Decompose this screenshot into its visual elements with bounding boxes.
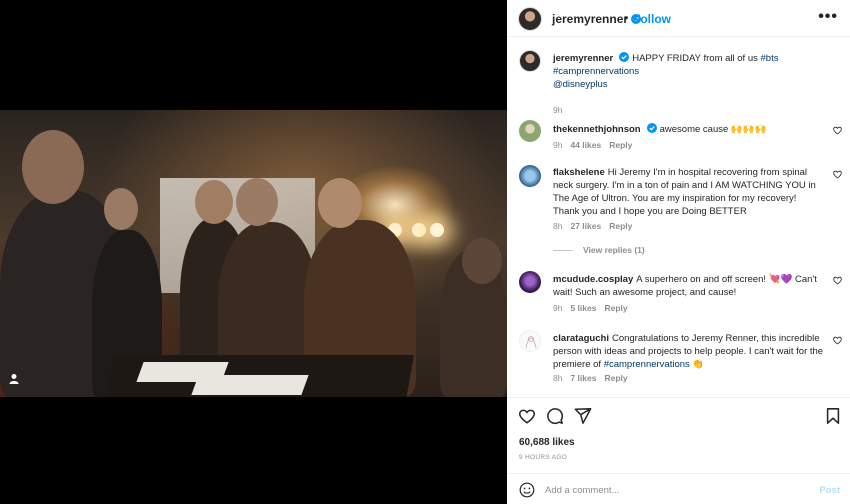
comment-body: mcudude.cosplay A superhero on and off sc… — [553, 273, 825, 299]
separator-dot: • — [624, 11, 629, 25]
comment-likes[interactable]: 27 likes — [570, 221, 601, 231]
reply-button[interactable]: Reply — [609, 140, 632, 150]
comment-body: clarataguchi Congratulations to Jeremy Re… — [553, 332, 825, 371]
post-media-panel[interactable] — [0, 0, 507, 504]
view-replies-label[interactable]: View replies (1) — [583, 245, 645, 255]
reply-button[interactable]: Reply — [604, 373, 627, 383]
post-details-panel: jeremyrenner • Follow ••• jeremyrenner HA… — [507, 0, 850, 504]
reply-button[interactable]: Reply — [609, 221, 632, 231]
comment-body: thekennethjohnson awesome cause 🙌🙌🙌 — [553, 123, 825, 136]
avatar[interactable] — [519, 330, 541, 352]
avatar[interactable] — [519, 50, 541, 72]
reply-button[interactable]: Reply — [604, 303, 627, 313]
comment-likes[interactable]: 5 likes — [570, 303, 596, 313]
caption-body: jeremyrenner HAPPY FRIDAY from all of us … — [553, 52, 825, 91]
photo-person-head — [462, 238, 502, 284]
avatar[interactable] — [519, 120, 541, 142]
save-bookmark-icon[interactable] — [824, 407, 842, 425]
comment-meta: 9h 5 likes Reply — [553, 303, 628, 313]
comment-username[interactable]: clarataguchi — [553, 333, 609, 344]
caption-username[interactable]: jeremyrenner — [553, 53, 613, 64]
comment-emoji: 💘💜 — [768, 274, 793, 285]
comment-time: 8h — [553, 373, 563, 383]
like-icon[interactable] — [518, 407, 536, 425]
hashtag-link[interactable]: #bts — [761, 53, 779, 64]
comment-text: awesome cause — [659, 124, 729, 135]
emoji-icon[interactable] — [519, 482, 535, 498]
comment-likes[interactable]: 44 likes — [570, 140, 601, 150]
view-replies-button[interactable]: View replies (1) — [553, 245, 645, 255]
post-author-username-text[interactable]: jeremyrenner — [552, 12, 628, 26]
post-header: jeremyrenner • Follow ••• — [507, 0, 850, 37]
photo-light — [412, 223, 426, 237]
comment-emoji: 👏 — [692, 359, 705, 370]
comment-username[interactable]: thekennethjohnson — [553, 124, 641, 135]
comment-icon[interactable] — [546, 407, 564, 425]
comment-input[interactable] — [545, 482, 795, 498]
comment-time: 9h — [553, 303, 563, 313]
hashtag-link[interactable]: #camprennervations — [604, 359, 690, 370]
comment-likes[interactable]: 7 likes — [570, 373, 596, 383]
share-icon[interactable] — [574, 407, 592, 425]
verified-badge-icon — [646, 123, 657, 133]
photo-person-head — [104, 188, 138, 230]
replies-divider — [553, 250, 573, 252]
add-comment-bar: Post — [507, 473, 850, 504]
comment-emoji: 🙌🙌🙌 — [730, 124, 767, 135]
photo-paper — [191, 375, 309, 395]
photo-person-head — [236, 178, 278, 226]
avatar[interactable] — [519, 165, 541, 187]
caption-text: HAPPY FRIDAY from all of us — [632, 53, 758, 64]
comment-text: A superhero on and off screen! — [636, 274, 766, 285]
like-comment-icon[interactable] — [833, 170, 842, 179]
more-options-icon[interactable]: ••• — [818, 8, 838, 26]
comment-meta: 8h 7 likes Reply — [553, 373, 628, 383]
avatar[interactable] — [518, 7, 542, 31]
sketch-avatar-icon — [525, 336, 537, 349]
photo-person-head — [318, 178, 362, 228]
mention-link[interactable]: @disneyplus — [553, 79, 608, 90]
photo-light — [430, 223, 444, 237]
comment-meta: 8h 27 likes Reply — [553, 221, 632, 231]
post-photo[interactable] — [0, 110, 507, 397]
photo-person-head — [195, 180, 233, 224]
verified-badge-icon — [619, 52, 630, 62]
like-comment-icon[interactable] — [833, 126, 842, 135]
like-comment-icon[interactable] — [833, 276, 842, 285]
comment-body: flakshelene Hi Jeremy I'm in hospital rec… — [553, 166, 825, 218]
comment-username[interactable]: flakshelene — [553, 167, 605, 178]
comment-username[interactable]: mcudude.cosplay — [553, 274, 633, 285]
avatar[interactable] — [519, 271, 541, 293]
post-actions: 60,688 likes 9 HOURS AGO — [507, 397, 850, 472]
follow-button[interactable]: Follow — [633, 12, 671, 26]
comment-time: 9h — [553, 140, 563, 150]
caption-time: 9h — [553, 105, 563, 115]
comments-list[interactable]: jeremyrenner HAPPY FRIDAY from all of us … — [507, 38, 850, 396]
post-likes-count[interactable]: 60,688 likes — [519, 437, 575, 448]
post-timestamp[interactable]: 9 HOURS AGO — [519, 454, 567, 461]
comment-time: 8h — [553, 221, 563, 231]
post-comment-button[interactable]: Post — [819, 485, 840, 496]
hashtag-link[interactable]: #camprennervations — [553, 66, 639, 77]
photo-person-head — [22, 130, 84, 204]
user-tag-icon[interactable] — [8, 373, 20, 385]
like-comment-icon[interactable] — [833, 336, 842, 345]
comment-meta: 9h 44 likes Reply — [553, 140, 632, 150]
